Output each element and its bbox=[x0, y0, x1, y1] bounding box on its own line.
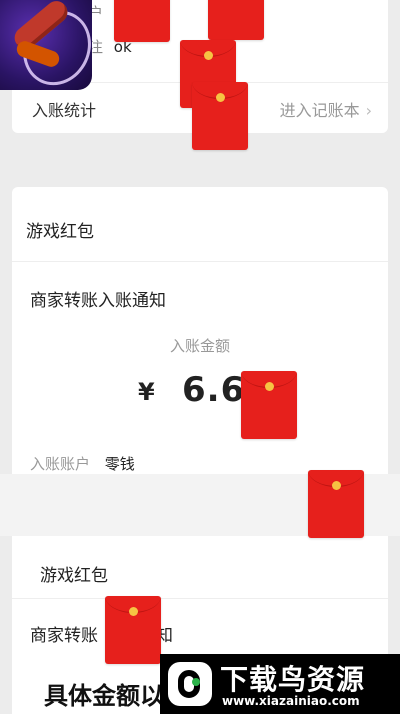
red-envelope-icon[interactable] bbox=[241, 371, 297, 439]
open-ledger-label: 进入记账本 bbox=[279, 101, 360, 120]
account-label: 入账账户 bbox=[30, 455, 91, 473]
red-envelope-icon[interactable] bbox=[105, 596, 161, 664]
subtitle-caption: 具体金额以 bbox=[44, 682, 164, 710]
watermark-url: www.xiazainiao.com bbox=[222, 694, 360, 708]
income-statistics-label: 入账统计 bbox=[32, 101, 97, 120]
red-envelope-icon[interactable] bbox=[208, 0, 264, 40]
open-ledger-link[interactable]: 进入记账本 › bbox=[280, 97, 372, 121]
coin-icon bbox=[331, 481, 341, 490]
coin-icon bbox=[264, 382, 274, 391]
game-redpacket-card-1[interactable]: 游戏红包 商家转账入账通知 入账金额 ¥ 6.6 入账账户 零钱 bbox=[12, 187, 388, 487]
watermark-logo-icon bbox=[168, 662, 212, 706]
app-icon[interactable] bbox=[0, 0, 92, 90]
coin-icon bbox=[203, 51, 213, 60]
watermark-title: 下载鸟资源 bbox=[220, 663, 366, 696]
divider bbox=[12, 261, 388, 262]
transfer-notice-title: 商家转账入账通知 bbox=[30, 291, 166, 311]
site-watermark: 下载鸟资源 www.xiazainiao.com bbox=[160, 654, 400, 714]
red-envelope-icon[interactable] bbox=[308, 470, 364, 538]
account-value: 零钱 bbox=[104, 455, 135, 473]
currency-symbol: ¥ bbox=[138, 378, 155, 406]
coin-icon bbox=[215, 93, 225, 102]
red-envelope-icon[interactable] bbox=[192, 82, 248, 150]
red-envelope-icon[interactable] bbox=[114, 0, 170, 42]
notice-part-1: 商家转账 bbox=[30, 626, 98, 646]
chevron-right-icon: › bbox=[365, 101, 372, 120]
coin-icon bbox=[128, 607, 138, 616]
divider-2 bbox=[12, 598, 388, 599]
card-title-2: 游戏红包 bbox=[40, 566, 108, 586]
account-row: 入账账户 零钱 bbox=[30, 453, 135, 474]
card-title: 游戏红包 bbox=[26, 222, 94, 242]
amount-value: 6.6 bbox=[182, 370, 246, 410]
amount-label: 入账金额 bbox=[169, 337, 230, 355]
